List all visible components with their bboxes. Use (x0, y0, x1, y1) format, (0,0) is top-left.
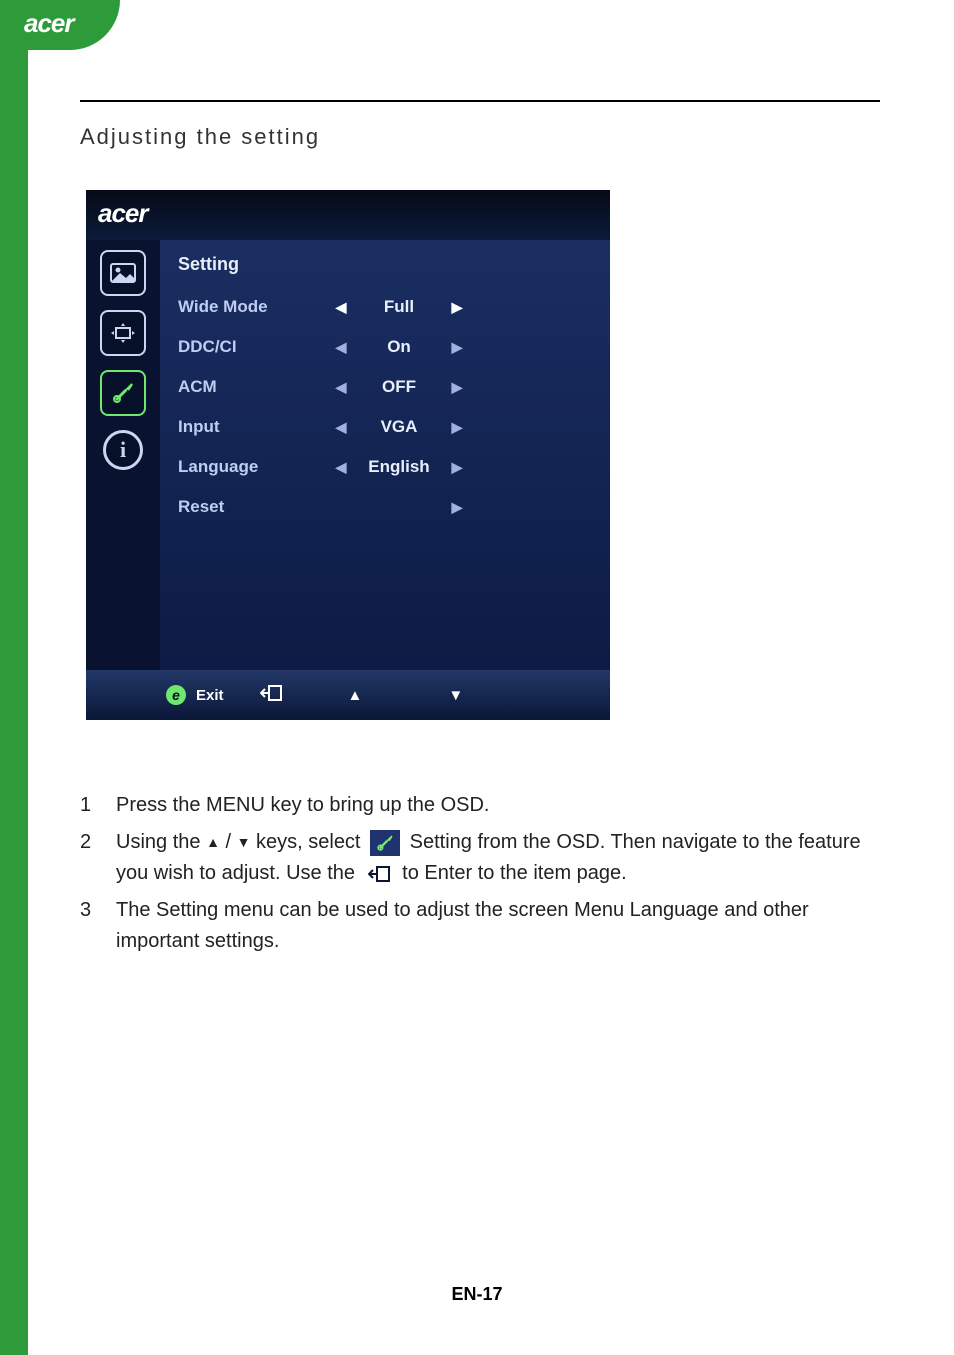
osd-row-label: Language (178, 457, 328, 477)
osd-row-language[interactable]: Language ◀ English ▶ (178, 447, 590, 487)
osd-menu-title: Setting (178, 254, 590, 275)
osd-row-acm[interactable]: ACM ◀ OFF ▶ (178, 367, 590, 407)
osd-up-button[interactable]: ▲ (348, 687, 363, 704)
osd-header: acer (86, 190, 610, 240)
osd-row-input[interactable]: Input ◀ VGA ▶ (178, 407, 590, 447)
osd-down-button[interactable]: ▼ (448, 687, 463, 704)
osd-row-value: VGA (354, 417, 444, 437)
arrow-right-icon[interactable]: ▶ (444, 499, 470, 516)
step-text: Using the ▲ / ▼ keys, select Setting fro… (116, 827, 880, 889)
osd-acer-logo: acer (98, 198, 148, 229)
step-number: 1 (80, 790, 98, 821)
arrow-left-icon[interactable]: ◀ (328, 339, 354, 356)
step-number: 2 (80, 827, 98, 889)
step-number: 3 (80, 895, 98, 957)
e-icon: e (166, 685, 186, 705)
osd-row-value: English (354, 457, 444, 477)
arrow-right-icon[interactable]: ▶ (444, 419, 470, 436)
triangle-up-icon: ▲ (206, 832, 220, 854)
osd-row-label: ACM (178, 377, 328, 397)
page-number: EN-17 (0, 1284, 954, 1305)
osd-row-label: DDC/CI (178, 337, 328, 357)
instruction-item: 1 Press the MENU key to bring up the OSD… (80, 790, 880, 821)
arrow-left-icon[interactable]: ◀ (328, 379, 354, 396)
arrow-right-icon[interactable]: ▶ (444, 339, 470, 356)
arrow-left-icon[interactable]: ◀ (328, 419, 354, 436)
setting-icon[interactable] (100, 370, 146, 416)
osd-row-ddc-ci[interactable]: DDC/CI ◀ On ▶ (178, 327, 590, 367)
osd-row-reset[interactable]: Reset ◀ ▶ (178, 487, 590, 527)
osd-row-value: On (354, 337, 444, 357)
osd-category-bar: i (86, 240, 160, 670)
arrow-left-icon[interactable]: ◀ (328, 459, 354, 476)
acer-logo: acer (24, 8, 74, 39)
page-sidebar-decor (0, 0, 28, 1355)
osd-footer: e Exit ▲ ▼ (86, 670, 610, 720)
arrow-left-icon[interactable]: ◀ (328, 299, 354, 316)
picture-icon[interactable] (100, 250, 146, 296)
triangle-down-icon: ▼ (237, 832, 251, 854)
enter-icon (367, 864, 391, 884)
info-icon[interactable]: i (103, 430, 143, 470)
osd-row-label: Reset (178, 497, 328, 517)
instruction-list: 1 Press the MENU key to bring up the OSD… (80, 790, 880, 957)
arrow-right-icon[interactable]: ▶ (444, 379, 470, 396)
osd-exit-button[interactable]: e Exit (166, 685, 224, 705)
osd-row-wide-mode[interactable]: Wide Mode ◀ Full ▶ (178, 287, 590, 327)
osd-exit-label: Exit (196, 687, 224, 704)
section-divider (80, 100, 880, 102)
instruction-item: 3 The Setting menu can be used to adjust… (80, 895, 880, 957)
osd-row-label: Wide Mode (178, 297, 328, 317)
instruction-item: 2 Using the ▲ / ▼ keys, select Setting f… (80, 827, 880, 889)
osd-row-value: OFF (354, 377, 444, 397)
position-icon[interactable] (100, 310, 146, 356)
section-title: Adjusting the setting (80, 124, 880, 150)
enter-icon (260, 684, 282, 707)
arrow-right-icon[interactable]: ▶ (444, 459, 470, 476)
step-text: Press the MENU key to bring up the OSD. (116, 790, 880, 821)
osd-panel: acer i Setting Wide Mode ◀ (86, 190, 610, 720)
osd-row-value: Full (354, 297, 444, 317)
osd-enter-button[interactable] (260, 684, 282, 707)
step-text: The Setting menu can be used to adjust t… (116, 895, 880, 957)
osd-row-label: Input (178, 417, 328, 437)
triangle-down-icon: ▼ (448, 687, 463, 704)
triangle-up-icon: ▲ (348, 687, 363, 704)
arrow-right-icon[interactable]: ▶ (444, 299, 470, 316)
setting-icon (370, 830, 400, 856)
